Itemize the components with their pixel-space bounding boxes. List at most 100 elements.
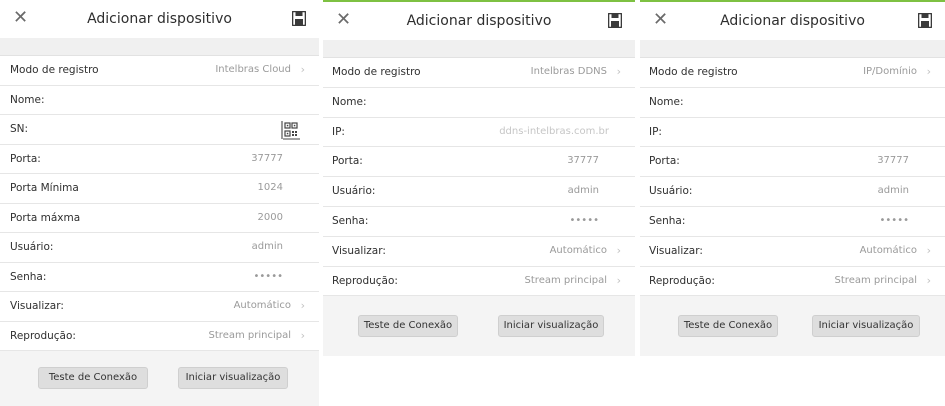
page-title: Adicionar dispositivo (406, 13, 552, 29)
username-value: admin (877, 185, 909, 197)
registration-mode-value: IP/Domínio (863, 66, 917, 77)
chevron-right-icon: › (616, 273, 621, 287)
password-field[interactable]: Senha: ••••• (640, 206, 945, 237)
playback-label: Reprodução: (10, 329, 76, 342)
name-label: Nome: (649, 95, 684, 108)
playback-row[interactable]: Reprodução: Stream principal › (0, 321, 319, 351)
ip-field[interactable]: IP: (640, 117, 945, 148)
port-value: 37777 (251, 152, 283, 164)
playback-label: Reprodução: (649, 274, 715, 287)
empty-area (640, 356, 945, 406)
password-field[interactable]: Senha: ••••• (323, 206, 635, 237)
playback-label: Reprodução: (332, 274, 398, 287)
max-port-label: Porta máxma (10, 211, 81, 224)
registration-mode-row[interactable]: Modo de registro Intelbras DDNS › (323, 58, 635, 88)
chevron-right-icon: › (300, 299, 305, 312)
chevron-right-icon: › (300, 63, 305, 76)
username-value: admin (567, 185, 599, 197)
chevron-right-icon: › (616, 243, 621, 257)
preview-row[interactable]: Visualizar: Automático › (0, 292, 319, 322)
password-field[interactable]: Senha: ••••• (0, 262, 319, 292)
playback-value: Stream principal (524, 274, 607, 286)
port-field[interactable]: Porta: 37777 (0, 144, 319, 174)
port-label: Porta: (332, 155, 363, 168)
registration-mode-label: Modo de registro (649, 66, 738, 78)
button-area: Teste de Conexão Iniciar visualização (640, 296, 945, 353)
preview-label: Visualizar: (332, 244, 386, 257)
test-connection-button[interactable]: Teste de Conexão (358, 315, 458, 338)
playback-value: Stream principal (834, 274, 917, 286)
registration-mode-label: Modo de registro (10, 64, 99, 76)
ip-field[interactable]: IP: ddns-intelbras.com.br (323, 117, 635, 148)
name-field[interactable]: Nome: (640, 87, 945, 118)
header-spacer (323, 40, 635, 58)
password-value: ••••• (569, 214, 600, 226)
chevron-right-icon: › (616, 65, 621, 78)
page-title: Adicionar dispositivo (87, 11, 232, 27)
registration-mode-label: Modo de registro (332, 66, 421, 78)
playback-value: Stream principal (208, 329, 291, 341)
test-connection-button[interactable]: Teste de Conexão (38, 367, 148, 389)
name-field[interactable]: Nome: (323, 87, 635, 118)
ip-placeholder: ddns-intelbras.com.br (499, 125, 609, 137)
password-value: ••••• (879, 214, 910, 226)
playback-row[interactable]: Reprodução: Stream principal › (323, 266, 635, 297)
preview-row[interactable]: Visualizar: Automático › (640, 236, 945, 267)
max-port-value: 2000 (257, 211, 283, 223)
username-value: admin (251, 241, 283, 252)
port-label: Porta: (649, 155, 680, 168)
add-device-panel-ddns: ✕ Adicionar dispositivo Modo de registro… (323, 0, 635, 406)
min-port-value: 1024 (257, 182, 283, 193)
password-label: Senha: (649, 214, 686, 227)
test-connection-button[interactable]: Teste de Conexão (678, 315, 778, 338)
port-value: 37777 (567, 155, 599, 167)
page-title: Adicionar dispositivo (720, 13, 865, 29)
chevron-right-icon: › (926, 65, 931, 78)
top-bar: ✕ Adicionar dispositivo (0, 0, 319, 38)
min-port-field[interactable]: Porta Mínima 1024 (0, 174, 319, 204)
chevron-right-icon: › (926, 273, 931, 287)
chevron-right-icon: › (926, 243, 931, 257)
registration-mode-row[interactable]: Modo de registro IP/Domínio › (640, 58, 945, 88)
add-device-panel-cloud: ✕ Adicionar dispositivo Modo de registro… (0, 0, 319, 406)
username-label: Usuário: (649, 185, 693, 198)
port-value: 37777 (877, 155, 909, 167)
save-icon[interactable] (918, 13, 932, 28)
ip-label: IP: (649, 125, 662, 138)
preview-row[interactable]: Visualizar: Automático › (323, 236, 635, 267)
start-preview-button[interactable]: Iniciar visualização (812, 315, 920, 338)
password-value: ••••• (253, 270, 284, 282)
preview-label: Visualizar: (649, 244, 703, 257)
username-field[interactable]: Usuário: admin (640, 177, 945, 207)
username-field[interactable]: Usuário: admin (323, 177, 635, 207)
port-field[interactable]: Porta: 37777 (323, 147, 635, 178)
port-field[interactable]: Porta: 37777 (640, 147, 945, 178)
password-label: Senha: (10, 270, 47, 283)
save-icon[interactable] (292, 11, 306, 26)
button-area: Teste de Conexão Iniciar visualização (0, 351, 319, 406)
registration-mode-row[interactable]: Modo de registro Intelbras Cloud › (0, 56, 319, 86)
username-field[interactable]: Usuário: admin (0, 233, 319, 263)
top-bar: ✕ Adicionar dispositivo (640, 2, 945, 40)
qr-scan-icon[interactable] (281, 120, 301, 140)
name-field[interactable]: Nome: (0, 85, 319, 115)
preview-value: Automático (859, 244, 917, 256)
save-icon[interactable] (608, 13, 622, 28)
min-port-label: Porta Mínima (10, 182, 79, 194)
start-preview-button[interactable]: Iniciar visualização (498, 315, 604, 338)
sn-field[interactable]: SN: (0, 115, 319, 145)
max-port-field[interactable]: Porta máxma 2000 (0, 203, 319, 233)
username-label: Usuário: (10, 241, 54, 253)
preview-label: Visualizar: (10, 300, 64, 312)
registration-mode-value: Intelbras Cloud (215, 64, 291, 75)
password-label: Senha: (332, 214, 369, 227)
port-label: Porta: (10, 152, 41, 165)
start-preview-button[interactable]: Iniciar visualização (178, 367, 288, 389)
button-area: Teste de Conexão Iniciar visualização (323, 296, 635, 353)
playback-row[interactable]: Reprodução: Stream principal › (640, 266, 945, 297)
registration-mode-value: Intelbras DDNS (530, 66, 607, 77)
chevron-right-icon: › (300, 328, 305, 342)
preview-value: Automático (233, 300, 291, 311)
sn-label: SN: (10, 123, 29, 135)
header-spacer (640, 40, 945, 58)
